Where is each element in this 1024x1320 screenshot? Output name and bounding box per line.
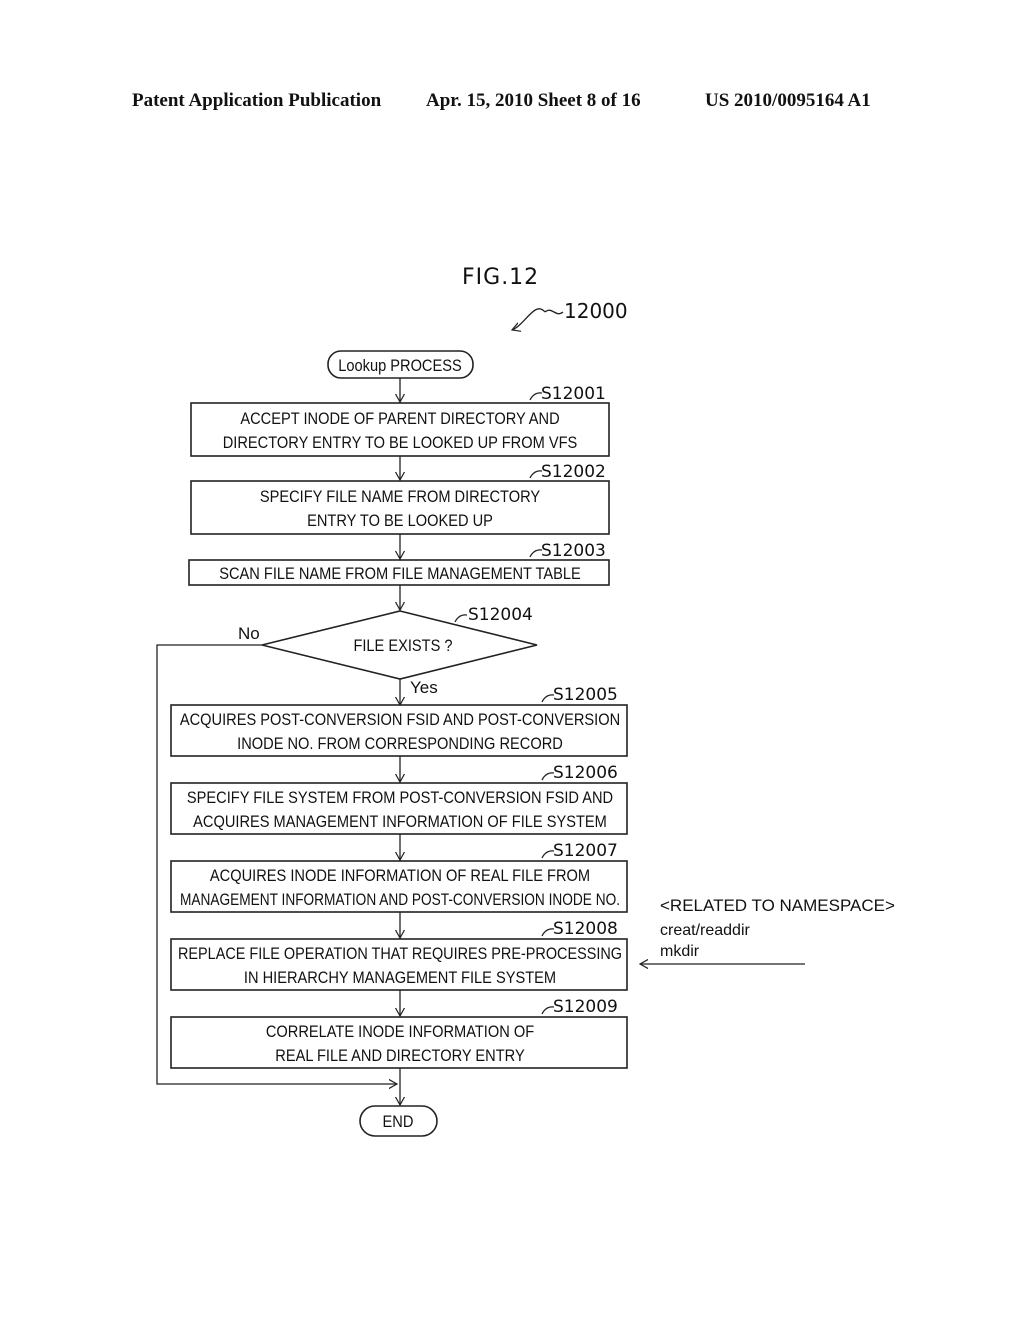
step-id: S12006 [553, 763, 618, 783]
step-text: ACQUIRES MANAGEMENT INFORMATION OF FILE … [193, 812, 607, 831]
no-label: No [238, 624, 260, 643]
figure-title: FIG.12 [462, 265, 539, 290]
step-id: S12007 [553, 841, 618, 861]
step-text: IN HIERARCHY MANAGEMENT FILE SYSTEM [244, 968, 556, 987]
step-text: ENTRY TO BE LOOKED UP [307, 511, 493, 530]
step-id: S12005 [553, 685, 618, 705]
step-text: SCAN FILE NAME FROM FILE MANAGEMENT TABL… [219, 564, 581, 583]
step-id: S12004 [468, 605, 533, 625]
step-text: REAL FILE AND DIRECTORY ENTRY [275, 1046, 524, 1065]
step-id: S12002 [541, 462, 606, 482]
step-text: CORRELATE INODE INFORMATION OF [266, 1022, 534, 1041]
end-label: END [383, 1112, 414, 1131]
decision-text: FILE EXISTS ? [353, 636, 452, 655]
step-text: ACQUIRES POST-CONVERSION FSID AND POST-C… [180, 710, 620, 729]
reference-squiggle [544, 309, 564, 315]
step-id: S12003 [541, 541, 606, 561]
step-text: DIRECTORY ENTRY TO BE LOOKED UP FROM VFS [223, 433, 578, 452]
annotation-line: creat/readdir [660, 922, 750, 939]
step-text: SPECIFY FILE NAME FROM DIRECTORY [260, 487, 540, 506]
reference-arrow [512, 308, 546, 330]
annotation-line: mkdir [660, 943, 700, 960]
step-text: ACQUIRES INODE INFORMATION OF REAL FILE … [210, 866, 590, 885]
step-id: S12001 [541, 384, 606, 404]
start-label: Lookup PROCESS [338, 356, 462, 375]
step-id: S12009 [553, 997, 618, 1017]
step-text: ACCEPT INODE OF PARENT DIRECTORY AND [240, 409, 559, 428]
step-text: INODE NO. FROM CORRESPONDING RECORD [237, 734, 563, 753]
step-text: REPLACE FILE OPERATION THAT REQUIRES PRE… [178, 944, 622, 963]
yes-label: Yes [410, 678, 438, 697]
step-leader [454, 614, 468, 623]
annotation-title: <RELATED TO NAMESPACE> [660, 896, 895, 915]
figure-ref: 12000 [564, 299, 628, 323]
flowchart: FIG.12 12000 Lookup PROCESS S12001 ACCEP… [156, 265, 895, 1137]
step-text: SPECIFY FILE SYSTEM FROM POST-CONVERSION… [187, 788, 613, 807]
step-text: MANAGEMENT INFORMATION AND POST-CONVERSI… [180, 890, 620, 909]
step-id: S12008 [553, 919, 618, 939]
